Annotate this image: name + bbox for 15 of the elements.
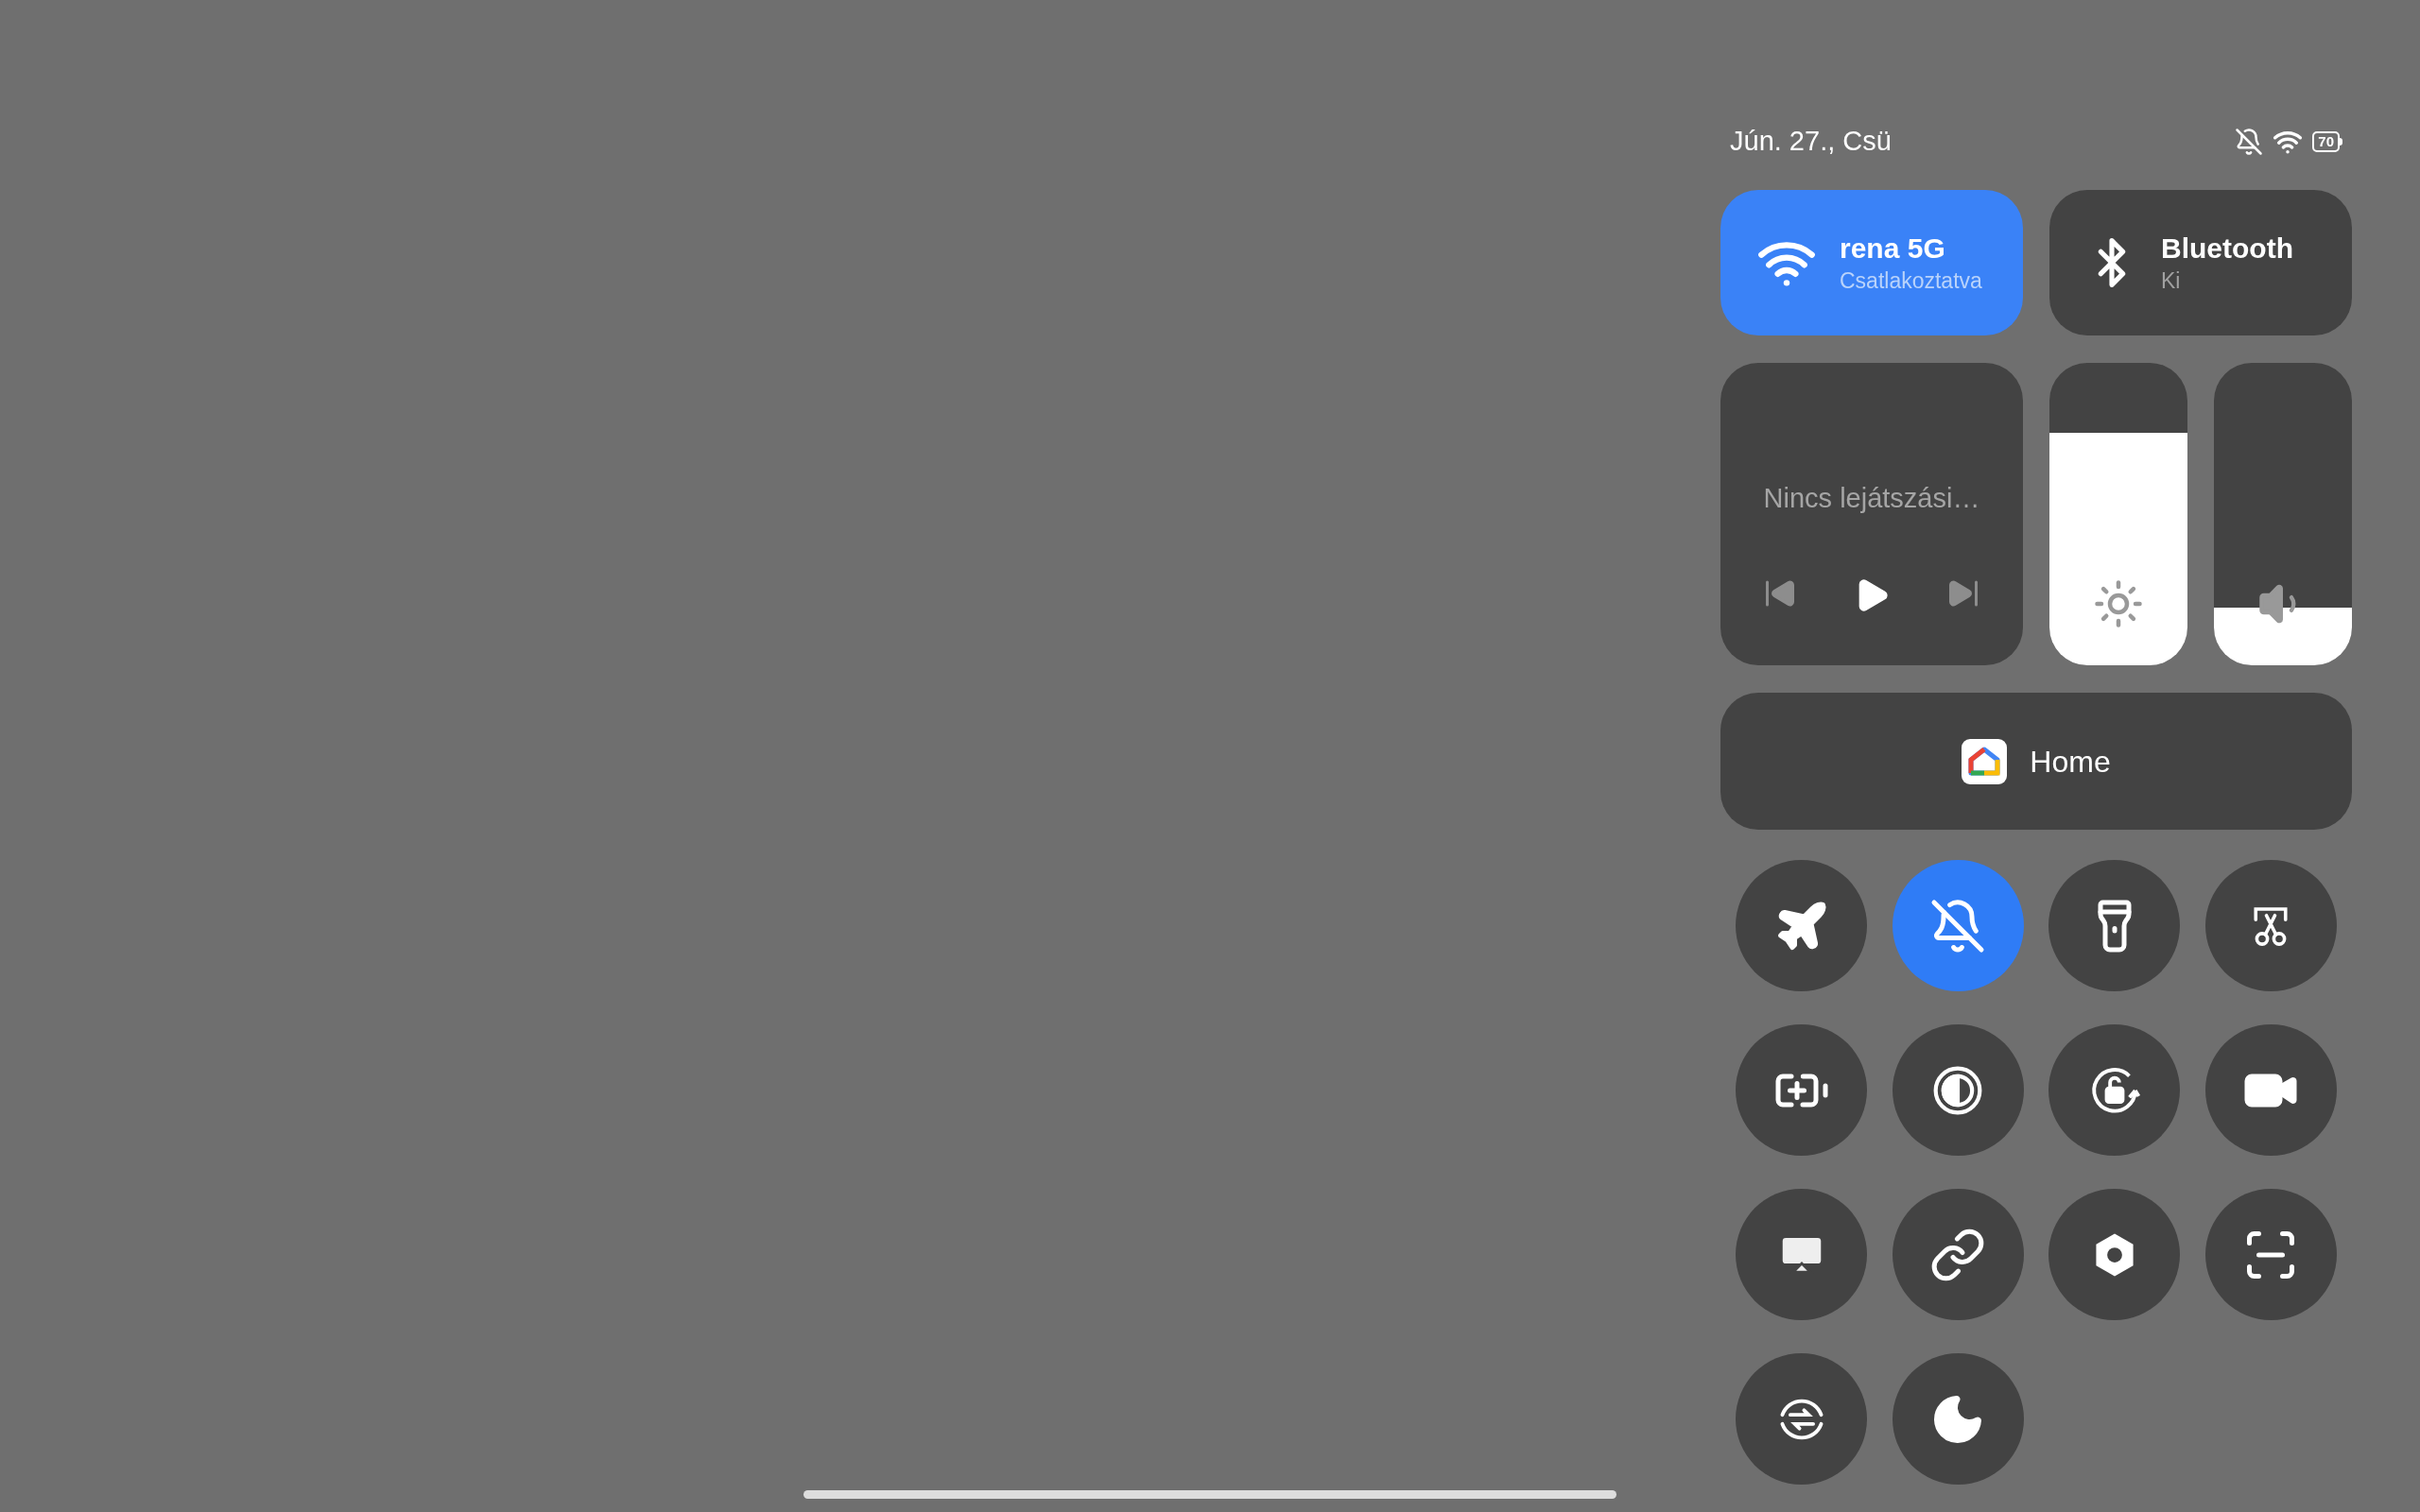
bluetooth-tile[interactable]: Bluetooth Ki — [2049, 190, 2352, 335]
tile-title: rena 5G — [1840, 232, 1946, 266]
tile-status: Csatlakoztatva — [1840, 267, 1982, 295]
house-logo-icon — [1962, 738, 2008, 784]
brightness-icon — [2093, 578, 2144, 629]
media-status-text: Nincs lejátszási… — [1763, 482, 1980, 515]
tile-status: Ki — [2161, 267, 2182, 295]
bell-off-icon — [2235, 128, 2264, 156]
date-text: Jún. 27., Csü — [1730, 125, 1892, 159]
brightness-slider[interactable] — [2049, 363, 2187, 665]
tile-title: Bluetooth — [2161, 232, 2293, 266]
battery-indicator: 70 — [2312, 131, 2342, 152]
wifi-tile[interactable]: rena 5G Csatlakoztatva — [1720, 190, 2023, 335]
volume-slider[interactable] — [2214, 363, 2352, 665]
home-button[interactable]: Home — [1720, 693, 2352, 830]
